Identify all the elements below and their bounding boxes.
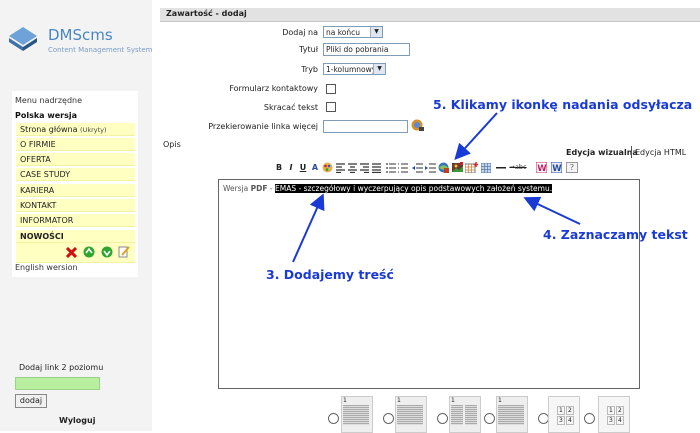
content-header: Zawartość - dodaj xyxy=(160,8,700,22)
add-on-value: na końcu xyxy=(326,28,361,37)
menu-parent-link[interactable]: Menu nadrzędne xyxy=(15,94,82,107)
mode-value: 1-kolumnowy xyxy=(326,65,377,74)
tab-divider xyxy=(631,146,632,158)
annotation-step3: 3. Dodajemy treść xyxy=(266,267,394,282)
layout-radio[interactable] xyxy=(437,413,448,424)
contact-form-checkbox[interactable] xyxy=(326,84,336,94)
svg-text:W: W xyxy=(552,164,562,173)
page-title: Zawartość - dodaj xyxy=(166,9,247,18)
editor-prefix-bold: PDF xyxy=(250,184,268,193)
italic-button[interactable]: I xyxy=(286,162,296,173)
logo-title: DMScms xyxy=(48,26,113,44)
ordered-list-icon[interactable] xyxy=(398,163,408,173)
annotation-step4: 4. Zaznaczamy tekst xyxy=(543,227,688,242)
add-on-select[interactable]: na końcu ▼ xyxy=(323,26,383,38)
editor-prefix: Wersja xyxy=(223,184,251,193)
menu-item-label: Strona główna xyxy=(20,125,78,134)
layout-radio[interactable] xyxy=(584,413,595,424)
tab-visual-edit[interactable]: Edycja wizualna xyxy=(566,148,638,157)
layout-option-5[interactable]: 1 2 3 4 xyxy=(548,396,580,433)
editor-content[interactable]: Wersja PDF - EMAS - szczegółowy i wyczer… xyxy=(223,184,553,193)
svg-text:W: W xyxy=(537,164,547,173)
outdent-icon[interactable] xyxy=(412,163,423,173)
editor-dash: - xyxy=(267,184,275,193)
menu-item-home[interactable]: Strona główna (Ukryty) xyxy=(16,123,135,136)
insert-link-icon[interactable] xyxy=(438,162,449,173)
edit-icon[interactable] xyxy=(118,245,130,258)
move-up-icon[interactable] xyxy=(83,246,95,258)
menu-item-actions xyxy=(16,243,135,263)
rich-text-editor[interactable]: Wersja PDF - EMAS - szczegółowy i wyczer… xyxy=(218,179,640,389)
table-grid-icon[interactable] xyxy=(481,163,491,173)
logo-icon xyxy=(9,27,37,51)
editor-toolbar: B I U A →abc W W ? xyxy=(272,162,592,174)
align-center-icon[interactable] xyxy=(348,163,358,173)
word-document-icon[interactable]: W xyxy=(551,162,562,173)
menu-item-kariera[interactable]: KARIERA xyxy=(16,184,135,197)
menu-item-oferta[interactable]: OFERTA xyxy=(16,153,135,166)
mode-select[interactable]: 1-kolumnowy ▼ xyxy=(323,63,386,75)
unordered-list-icon[interactable] xyxy=(386,163,396,173)
logout-link[interactable]: Wyloguj xyxy=(59,416,95,425)
menu-item-hidden-note: (Ukryty) xyxy=(80,126,107,134)
help-icon[interactable]: ? xyxy=(566,162,578,173)
strikethrough-label: abc xyxy=(514,163,527,171)
layout-option-2[interactable]: 1 xyxy=(395,396,427,433)
chevron-down-icon: ▼ xyxy=(370,27,382,37)
align-left-icon[interactable] xyxy=(336,163,346,173)
align-right-icon[interactable] xyxy=(360,163,370,173)
logo-subtitle: Content Management System xyxy=(48,46,153,54)
indent-icon[interactable] xyxy=(425,163,436,173)
add-on-label: Dodaj na xyxy=(282,28,318,37)
description-label: Opis xyxy=(163,140,181,149)
title-label: Tytuł xyxy=(299,45,318,54)
contact-form-label: Formularz kontaktowy xyxy=(229,84,318,93)
add-button[interactable]: dodaj xyxy=(15,394,47,408)
layout-option-4[interactable]: 1 xyxy=(496,396,528,433)
align-justify-icon[interactable] xyxy=(372,163,382,173)
layout-radio[interactable] xyxy=(484,413,495,424)
palette-icon[interactable] xyxy=(322,162,333,173)
strikethrough-button[interactable]: →abc xyxy=(508,162,528,173)
font-color-button[interactable]: A xyxy=(310,162,320,173)
redirect-label: Przekierowanie linka więcej xyxy=(208,122,318,131)
menu-item-case-study[interactable]: CASE STUDY xyxy=(16,168,135,181)
menu-item-o-firmie[interactable]: O FIRMIE xyxy=(16,138,135,151)
layout-radio[interactable] xyxy=(383,413,394,424)
menu-item-kontakt[interactable]: KONTAKT xyxy=(16,199,135,212)
layout-option-6[interactable]: 1 2 3 4 xyxy=(598,396,630,433)
underline-button[interactable]: U xyxy=(298,162,308,173)
redirect-input[interactable] xyxy=(323,120,408,133)
tab-html-edit[interactable]: Edycja HTML xyxy=(635,148,686,157)
insert-table-icon[interactable] xyxy=(465,162,478,173)
layout-option-1[interactable]: 1 xyxy=(341,396,373,433)
selected-text[interactable]: EMAS - szczegółowy i wyczerpujący opis p… xyxy=(275,184,553,193)
logo: DMScms Content Management System xyxy=(8,22,153,62)
paste-word-icon[interactable]: W xyxy=(536,162,547,173)
language-english[interactable]: English wersion xyxy=(15,261,78,274)
delete-icon[interactable] xyxy=(66,247,77,258)
insert-image-icon[interactable] xyxy=(452,162,463,173)
layout-radio[interactable] xyxy=(328,413,339,424)
arrow-step5 xyxy=(454,112,498,160)
bold-button[interactable]: B xyxy=(274,162,284,173)
chevron-down-icon: ▼ xyxy=(373,64,385,74)
shorten-text-checkbox[interactable] xyxy=(326,102,336,112)
menu-item-nowosci[interactable]: NOWOŚCI xyxy=(16,230,135,243)
shorten-text-label: Skracać tekst xyxy=(263,103,318,112)
language-polish[interactable]: Polska wersja xyxy=(15,109,77,122)
menu-tree: Menu nadrzędne Polska wersja Strona głów… xyxy=(12,91,138,277)
add-level2-input[interactable] xyxy=(15,377,100,390)
layout-option-3[interactable]: 1 xyxy=(449,396,481,433)
horizontal-rule-icon[interactable] xyxy=(496,167,506,169)
mode-label: Tryb xyxy=(301,65,318,74)
link-picker-icon[interactable] xyxy=(411,118,425,132)
annotation-step5: 5. Klikamy ikonkę nadania odsyłacza xyxy=(433,97,693,112)
menu-item-informator[interactable]: INFORMATOR xyxy=(16,214,135,227)
add-level2-label: Dodaj link 2 poziomu xyxy=(19,363,104,372)
move-down-icon[interactable] xyxy=(101,246,113,258)
title-input[interactable]: Pliki do pobrania xyxy=(323,43,410,56)
